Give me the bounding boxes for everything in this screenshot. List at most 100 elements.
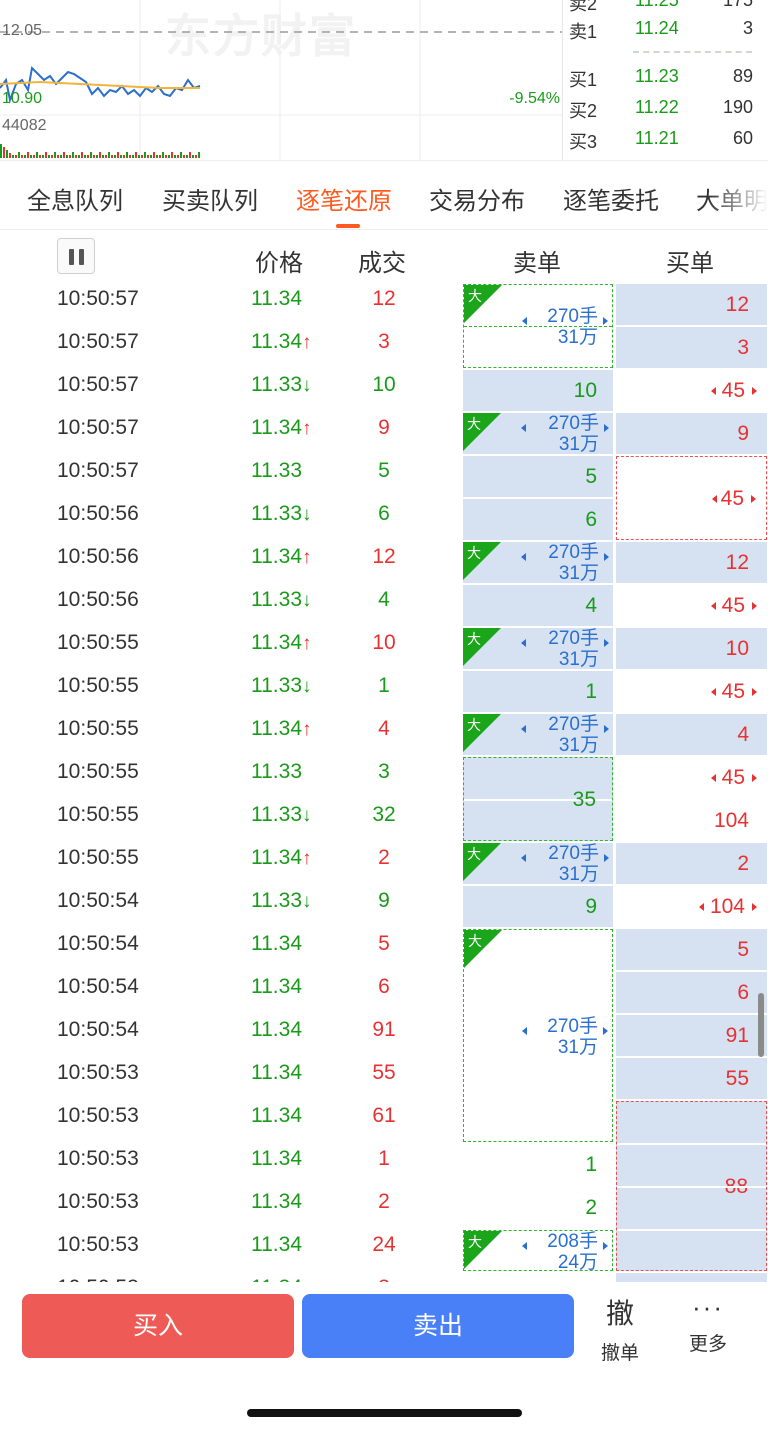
tick-price: 11.34↑	[251, 416, 312, 440]
tick-list[interactable]: 10:50:57 11.34 12 10:50:57 11.34↑ 3 10:50:57 11…	[0, 283, 768, 1282]
buy-order-cell[interactable]: 12	[616, 542, 767, 583]
chart-volume-bar	[33, 155, 35, 158]
chart-volume-bar	[0, 144, 2, 158]
buy-order-cell[interactable]: 88	[616, 1101, 767, 1271]
intraday-chart[interactable]: 东方财富 12.05 10.90 -9.54% 44082	[0, 0, 562, 160]
sell-order-cell[interactable]: 6	[463, 499, 613, 540]
tick-volume: 12	[372, 287, 396, 310]
buy-order-cell[interactable]: 3	[616, 327, 767, 368]
tick-price-value: 11.33	[251, 373, 302, 396]
table-row[interactable]: 10:50:55 11.33↓ 1	[0, 670, 460, 713]
buy-order-cell[interactable]: 104	[616, 800, 767, 841]
tick-price-value: 11.34	[251, 932, 302, 955]
sell-order-cell[interactable]: 大 270手 31万	[463, 929, 613, 1142]
chart-volume-bar	[186, 155, 188, 158]
buy-order-cell[interactable]: 104	[616, 886, 767, 927]
table-row[interactable]: 10:50:57 11.34 12	[0, 283, 460, 326]
large-order-lots: 270手	[548, 541, 599, 563]
sell-order-cell[interactable]: 大 270手 31万	[463, 284, 613, 368]
order-book-buy-2[interactable]: 买2 11.22 190	[563, 93, 768, 123]
sell-order-cell[interactable]: 1	[463, 671, 613, 712]
sell-order-cell[interactable]: 大 270手 31万	[463, 413, 613, 455]
table-row[interactable]: 10:50:56 11.34↑ 12	[0, 541, 460, 584]
buy-order-cell[interactable]: 45	[616, 757, 767, 798]
table-row[interactable]: 10:50:56 11.33↓ 6	[0, 498, 460, 541]
table-row[interactable]: 10:50:5311.342	[0, 1186, 460, 1229]
tab-tick-restore[interactable]: 逐笔还原	[296, 181, 392, 216]
table-row[interactable]: 10:50:55 11.34↑ 10	[0, 627, 460, 670]
buy-order-cell[interactable]: 6	[616, 972, 767, 1013]
buy-order-cell[interactable]: 5	[616, 929, 767, 970]
more-button[interactable]: ··· 更多	[678, 1292, 738, 1362]
table-row[interactable]: 10:50:53 11.34 61	[0, 1100, 460, 1143]
buy-order-cell[interactable]: 45	[616, 585, 767, 626]
buy-order-cell[interactable]: 9	[616, 413, 767, 454]
table-row[interactable]: 10:50:55 11.33↓ 32	[0, 799, 460, 842]
buy-order-cell[interactable]: 12	[616, 284, 767, 325]
table-row[interactable]: 10:50:57 11.33 5	[0, 455, 460, 498]
order-book-buy-3[interactable]: 买3 11.21 60	[563, 124, 768, 154]
large-order-tag-label: 大	[468, 1234, 482, 1250]
table-row[interactable]: 10:50:57 11.34↑ 3	[0, 326, 460, 369]
buy-order-cell[interactable]: 4	[616, 714, 767, 755]
table-row[interactable]: 10:50:54 11.33↓ 9	[0, 885, 460, 928]
buy-order-cell[interactable]: 45	[616, 370, 767, 411]
sell-order-cell[interactable]: 5	[463, 456, 613, 497]
chart-volume-bar	[147, 155, 149, 158]
buy-order-cell[interactable]: 45	[616, 671, 767, 712]
sell-order-cell[interactable]: 35	[463, 757, 613, 841]
expand-left-icon	[522, 1241, 527, 1250]
sell-order-cell[interactable]: 大 208手 24万	[463, 1230, 613, 1273]
buy-order-cell[interactable]: 45	[616, 456, 767, 540]
buy-button[interactable]: 买入	[22, 1294, 294, 1358]
tick-price-value: 11.34	[251, 287, 302, 310]
buy-order-cell[interactable]: 55	[616, 1058, 767, 1099]
table-row[interactable]: 10:50:54 11.34 91	[0, 1014, 460, 1057]
table-row[interactable]: 10:50:53 11.34 1	[0, 1143, 460, 1186]
sell-order-cell[interactable]: 大 270手 31万	[463, 714, 613, 756]
table-row[interactable]: 10:50:53 11.34 55	[0, 1057, 460, 1100]
buy-order-volume: 2	[737, 851, 749, 875]
buy-order-cell[interactable]: 10	[616, 628, 767, 669]
buy-order-cell[interactable]: 2	[616, 843, 767, 884]
table-row[interactable]: 10:50:54 11.34 5	[0, 928, 460, 971]
large-order-lots: 208手	[547, 1230, 598, 1252]
sell-order-cell[interactable]: 9	[463, 886, 613, 927]
order-book-sell-1[interactable]: 卖1 11.24 3	[563, 14, 768, 44]
sell-button[interactable]: 卖出	[302, 1294, 574, 1358]
table-row[interactable]: 10:50:55 11.34↑ 4	[0, 713, 460, 756]
pause-button[interactable]	[57, 238, 95, 274]
table-row[interactable]: 10:50:57 11.34↑ 9	[0, 412, 460, 455]
table-row[interactable]: 10:50:56 11.33↓ 4	[0, 584, 460, 627]
sell-order-cell[interactable]: 大 270手 31万	[463, 843, 613, 885]
table-row[interactable]: 10:50:5311.342	[0, 1272, 460, 1282]
expand-right-icon	[604, 724, 609, 733]
tick-price: 11.34	[251, 1147, 302, 1171]
sell-order-cell[interactable]: 大 270手 31万	[463, 541, 613, 584]
sell-order-cell[interactable]: 10	[463, 370, 613, 411]
large-order-amount: 31万	[557, 1036, 598, 1058]
sell-order-cell[interactable]: 1	[463, 1144, 613, 1185]
table-row[interactable]: 10:50:57 11.33↓ 10	[0, 369, 460, 412]
sell-order-volume: 5	[585, 464, 597, 488]
buy-order-cell[interactable]: 2	[616, 1273, 767, 1282]
table-row[interactable]: 10:50:55 11.33 3	[0, 756, 460, 799]
large-order-tag: 大	[464, 285, 502, 323]
tick-price: 11.33↓	[251, 674, 312, 698]
tick-price-value: 11.33	[251, 760, 302, 783]
table-row[interactable]: 10:50:54 11.34 6	[0, 971, 460, 1014]
large-order-tag: 大	[463, 843, 501, 881]
buy-order-cell[interactable]: 91	[616, 1015, 767, 1056]
order-book-buy-1[interactable]: 买1 11.23 89	[563, 62, 768, 92]
table-row[interactable]: 10:50:53 11.34 24	[0, 1229, 460, 1272]
sell-order-cell[interactable]: 大 270手 31万	[463, 628, 613, 670]
scrollbar[interactable]	[758, 993, 764, 1057]
sell-order-cell[interactable]: 2	[463, 1187, 613, 1228]
table-row[interactable]: 10:50:55 11.34↑ 2	[0, 842, 460, 885]
cancel-order-button[interactable]: 撤 撤单	[590, 1292, 650, 1364]
tab-full-queue[interactable]: 全息队列	[27, 181, 123, 216]
sell-order-cell[interactable]: 4	[463, 585, 613, 626]
tab-trade-distribution[interactable]: 交易分布	[429, 181, 525, 216]
tab-bid-ask-queue[interactable]: 买卖队列	[162, 181, 258, 216]
tab-tick-orders[interactable]: 逐笔委托	[563, 181, 659, 216]
